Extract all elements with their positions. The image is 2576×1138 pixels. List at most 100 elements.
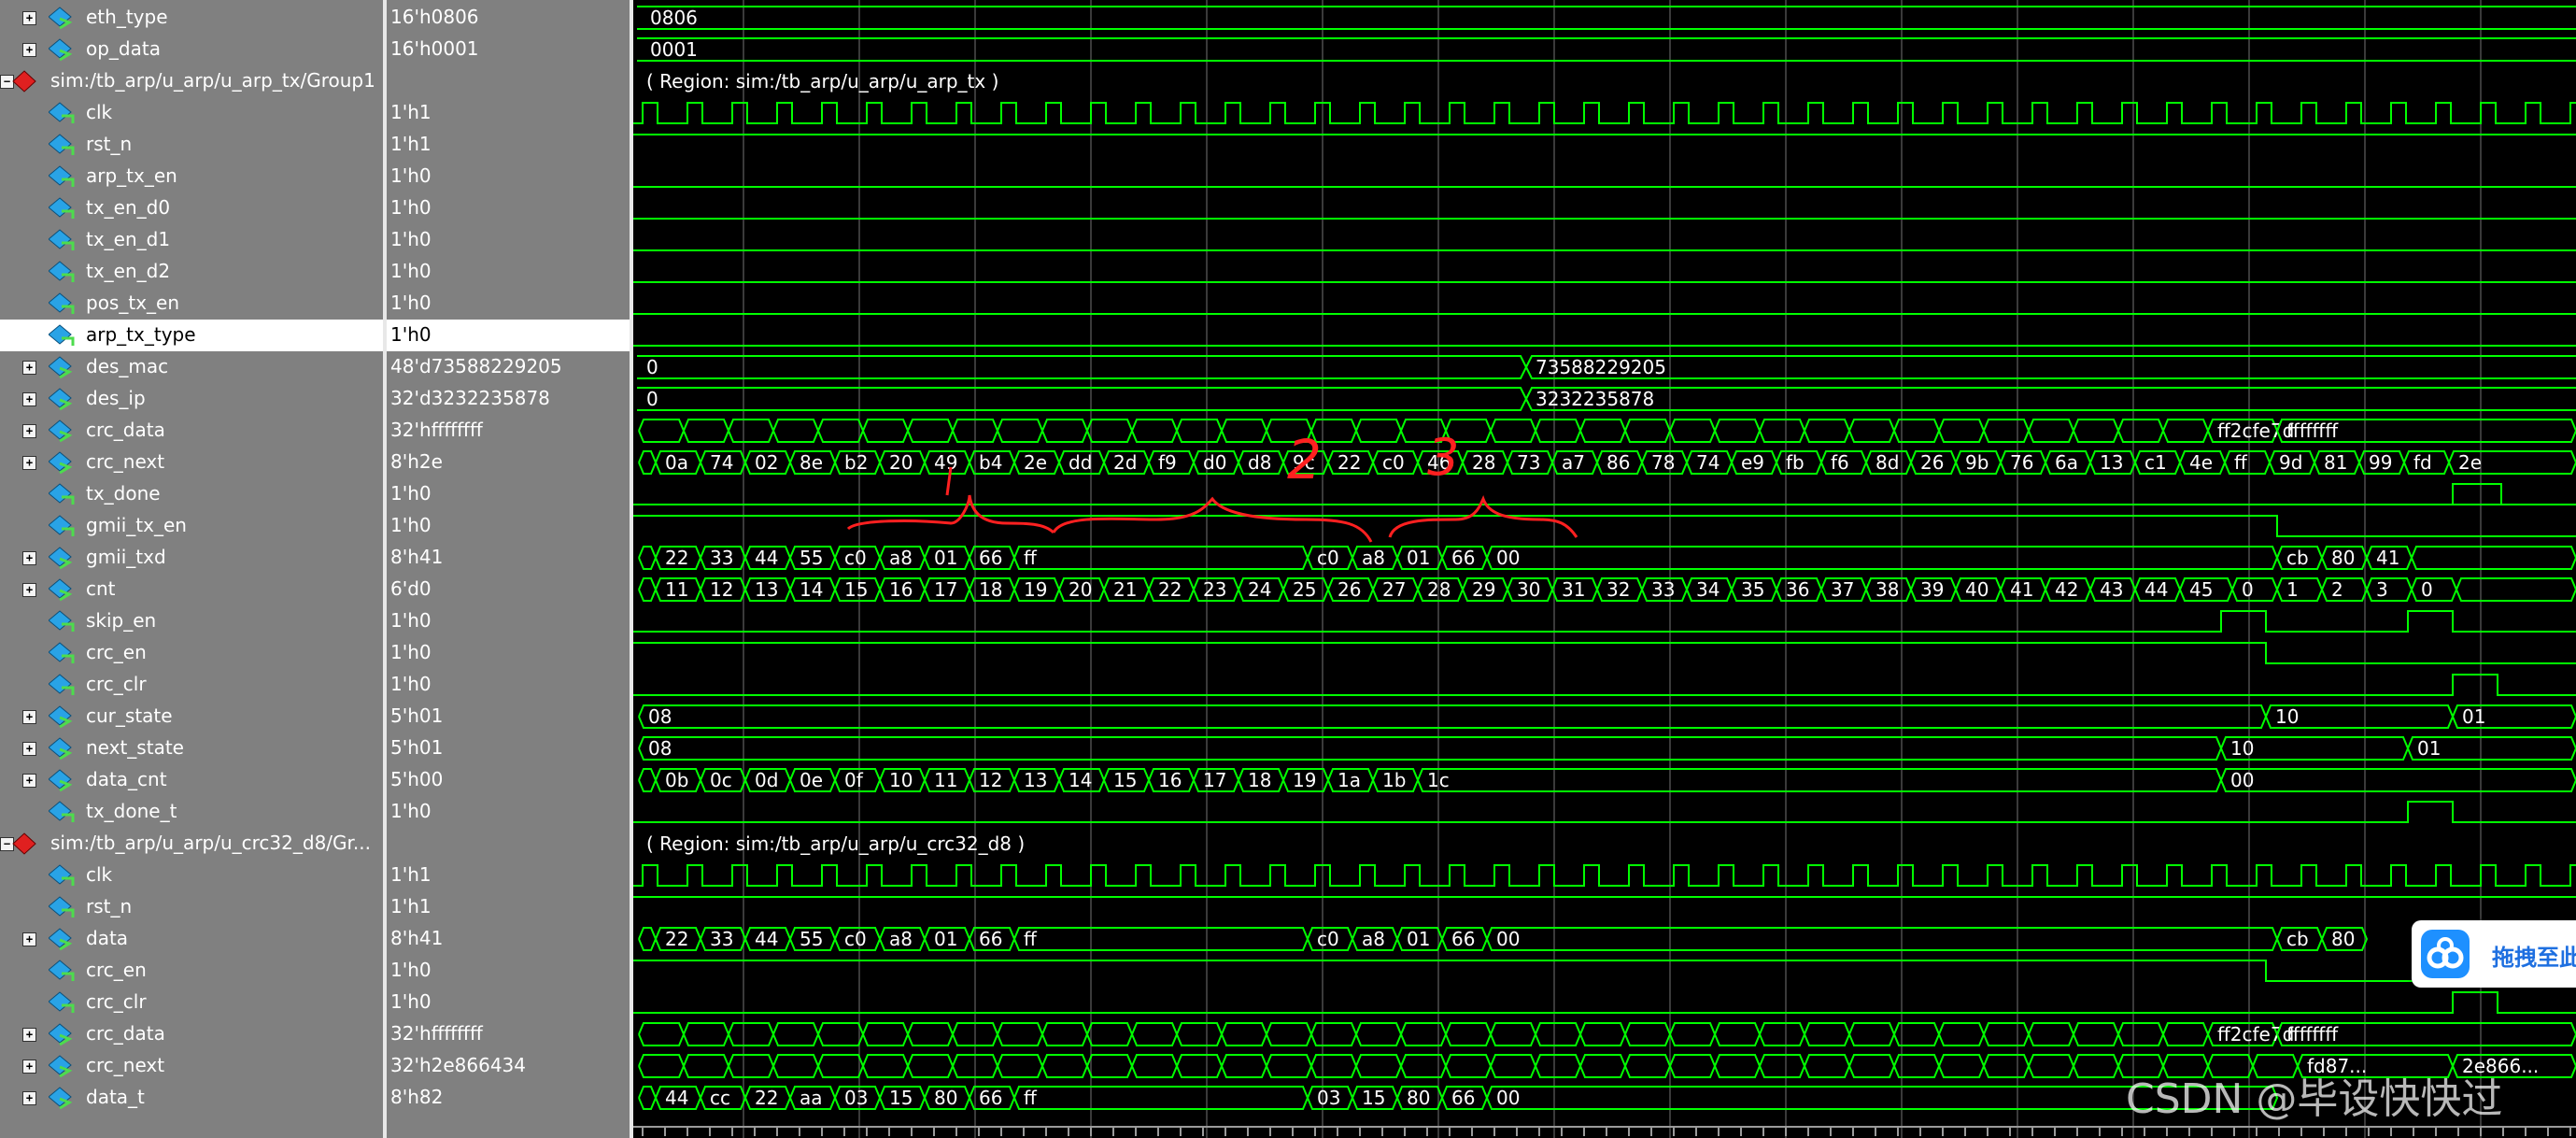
signal-row[interactable]: tx_done: [0, 478, 383, 510]
signal-row[interactable]: + eth_type: [0, 2, 383, 34]
signal-row[interactable]: + crc_data: [0, 415, 383, 447]
signal-value-row[interactable]: 1'h0: [387, 256, 630, 288]
signal-row[interactable]: + crc_next: [0, 1050, 383, 1082]
signal-row[interactable]: tx_done_t: [0, 796, 383, 828]
signal-row[interactable]: + data: [0, 923, 383, 955]
expand-toggle[interactable]: +: [22, 11, 36, 25]
signal-row[interactable]: clk: [0, 97, 383, 129]
signal-value-row[interactable]: 8'h41: [387, 923, 630, 955]
crc-next-label: f6: [1831, 451, 1849, 474]
data-cnt-label: 0d: [755, 769, 778, 791]
signal-value-row[interactable]: [387, 65, 630, 97]
signal-value-row[interactable]: [387, 828, 630, 860]
signal-row[interactable]: pos_tx_en: [0, 288, 383, 320]
signal-row[interactable]: gmii_tx_en: [0, 510, 383, 542]
signal-value-row[interactable]: 1'h0: [387, 796, 630, 828]
signal-value-row[interactable]: 16'h0001: [387, 34, 630, 65]
signal-row[interactable]: arp_tx_en: [0, 161, 383, 192]
expand-toggle[interactable]: +: [22, 424, 36, 438]
expand-toggle[interactable]: +: [22, 774, 36, 788]
signal-row[interactable]: skip_en: [0, 605, 383, 637]
expand-toggle[interactable]: +: [22, 1091, 36, 1105]
baidu-netdisk-drop-button[interactable]: 拖拽至此: [2412, 920, 2576, 988]
signal-row[interactable]: + data_cnt: [0, 764, 383, 796]
signal-row[interactable]: crc_clr: [0, 987, 383, 1018]
signal-value-row[interactable]: 6'd0: [387, 574, 630, 605]
signal-row[interactable]: tx_en_d2: [0, 256, 383, 288]
signal-value-row[interactable]: 32'h2e866434: [387, 1050, 630, 1082]
signal-value-row[interactable]: 1'h1: [387, 891, 630, 923]
group-row[interactable]: − sim:/tb_arp/u_arp/u_crc32_d8/Gr...: [0, 828, 383, 860]
signal-value: 32'hffffffff: [390, 419, 483, 441]
signal-value-row[interactable]: 1'h0: [387, 161, 630, 192]
expand-toggle[interactable]: +: [22, 583, 36, 597]
waveform-pane[interactable]: 0806 0001( Region: sim:/tb_arp/u_arp/u_ar…: [633, 0, 2576, 1138]
signal-value-row[interactable]: 5'h01: [387, 701, 630, 733]
expand-toggle[interactable]: +: [22, 1028, 36, 1042]
signal-value-row[interactable]: 1'h0: [387, 478, 630, 510]
expand-toggle[interactable]: +: [22, 710, 36, 724]
expand-toggle[interactable]: +: [22, 742, 36, 756]
signal-row[interactable]: + data_t: [0, 1082, 383, 1114]
expand-toggle[interactable]: +: [22, 43, 36, 57]
signal-row[interactable]: + des_ip: [0, 383, 383, 415]
signal-row[interactable]: + des_mac: [0, 351, 383, 383]
expand-toggle[interactable]: +: [22, 551, 36, 565]
signal-row[interactable]: clk: [0, 860, 383, 891]
expand-toggle[interactable]: +: [22, 392, 36, 406]
signal-value-row[interactable]: 5'h00: [387, 764, 630, 796]
signal-value-row[interactable]: 1'h0: [387, 224, 630, 256]
signal-value-row[interactable]: 32'hffffffff: [387, 1018, 630, 1050]
signal-value-row[interactable]: 1'h0: [387, 510, 630, 542]
crc-data-segment: [907, 419, 955, 443]
expand-toggle[interactable]: +: [22, 361, 36, 375]
signal-value-row[interactable]: 1'h1: [387, 860, 630, 891]
signal-value-row[interactable]: 16'h0806: [387, 2, 630, 34]
group-row[interactable]: − sim:/tb_arp/u_arp/u_arp_tx/Group1: [0, 65, 383, 97]
signal-row[interactable]: crc_en: [0, 637, 383, 669]
signal-value-row[interactable]: 32'hffffffff: [387, 415, 630, 447]
cnt-label: 24: [1248, 578, 1271, 601]
crc-data-segment: [2073, 419, 2120, 443]
crc32-data-segment: [1013, 927, 1309, 951]
signal-value-row[interactable]: 1'h0: [387, 288, 630, 320]
signal-value-row[interactable]: 1'h0: [387, 192, 630, 224]
signal-row[interactable]: crc_en: [0, 955, 383, 987]
signal-value-row[interactable]: 8'h82: [387, 1082, 630, 1114]
signal-value-row[interactable]: 1'h0: [387, 320, 630, 351]
signal-row[interactable]: crc_clr: [0, 669, 383, 701]
signal-value-row[interactable]: 1'h0: [387, 605, 630, 637]
signal-row[interactable]: + crc_data: [0, 1018, 383, 1050]
signal-value-row[interactable]: 32'd3232235878: [387, 383, 630, 415]
signal-row[interactable]: tx_en_d1: [0, 224, 383, 256]
signal-value-row[interactable]: 1'h0: [387, 955, 630, 987]
cnt-label: 1: [2286, 578, 2299, 601]
signal-row[interactable]: rst_n: [0, 129, 383, 161]
signal-row[interactable]: + crc_next: [0, 447, 383, 478]
signal-value-row[interactable]: 1'h0: [387, 987, 630, 1018]
signal-value-row[interactable]: 1'h0: [387, 637, 630, 669]
waveform-canvas[interactable]: 08060001( Region: sim:/tb_arp/u_arp/u_ar…: [633, 0, 2576, 1138]
signal-value-row[interactable]: 1'h0: [387, 669, 630, 701]
signal-row[interactable]: + next_state: [0, 733, 383, 764]
signal-value-pane: 16'h0806 16'h0001 1'h1 1'h1 1'h0 1'h0 1'h0 1'h0…: [387, 0, 630, 1138]
expand-toggle[interactable]: +: [22, 1060, 36, 1074]
signal-value-row[interactable]: 1'h1: [387, 129, 630, 161]
signal-row[interactable]: + op_data: [0, 34, 383, 65]
expand-toggle[interactable]: +: [22, 456, 36, 470]
expand-toggle[interactable]: +: [22, 932, 36, 946]
signal-row[interactable]: + gmii_txd: [0, 542, 383, 574]
signal-value-row[interactable]: 5'h01: [387, 733, 630, 764]
signal-row[interactable]: tx_en_d0: [0, 192, 383, 224]
data-t-label: 00: [1496, 1087, 1520, 1109]
signal-value-row[interactable]: 1'h1: [387, 97, 630, 129]
signal-value-row[interactable]: 8'h41: [387, 542, 630, 574]
signal-row[interactable]: arp_tx_type: [0, 320, 383, 351]
signal-row[interactable]: + cur_state: [0, 701, 383, 733]
signal-row[interactable]: + cnt: [0, 574, 383, 605]
crc-data-segment: [1221, 419, 1268, 443]
cnt-label: 20: [1069, 578, 1092, 601]
signal-value-row[interactable]: 8'h2e: [387, 447, 630, 478]
signal-row[interactable]: rst_n: [0, 891, 383, 923]
signal-value-row[interactable]: 48'd73588229205: [387, 351, 630, 383]
